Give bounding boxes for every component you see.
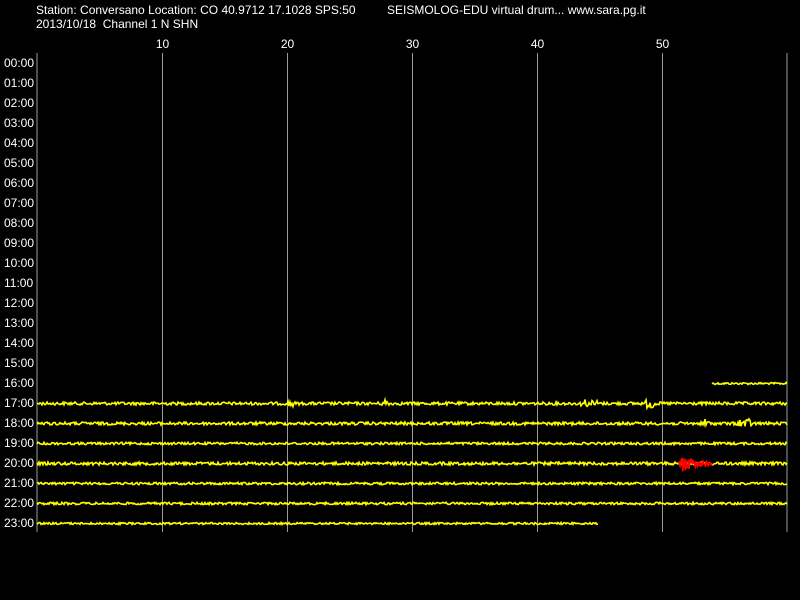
event-trace-2000 <box>677 456 713 472</box>
x-tick-label-30: 30 <box>406 37 420 51</box>
seismogram-drum: 10 20 30 40 50 00:00 01:00 02:00 03:00 04:00 05:0… <box>4 37 788 532</box>
hour-label-1900: 19:00 <box>4 436 34 450</box>
hour-label-0300: 03:00 <box>4 116 34 130</box>
hour-label-2100: 21:00 <box>4 476 34 490</box>
hour-label-0000: 00:00 <box>4 56 34 70</box>
trace-2200 <box>36 500 788 507</box>
hour-label-1600: 16:00 <box>4 376 34 390</box>
hour-label-0100: 01:00 <box>4 76 34 90</box>
x-tick-labels: 10 20 30 40 50 <box>156 37 670 51</box>
x-tick-label-20: 20 <box>281 37 295 51</box>
hour-label-1400: 14:00 <box>4 336 34 350</box>
grid-layer <box>36 53 788 532</box>
hour-label-1500: 15:00 <box>4 356 34 370</box>
hour-label-0800: 08:00 <box>4 216 34 230</box>
hour-label-0400: 04:00 <box>4 136 34 150</box>
x-tick-label-50: 50 <box>656 37 670 51</box>
hour-label-0700: 07:00 <box>4 196 34 210</box>
x-tick-label-10: 10 <box>156 37 170 51</box>
x-tick-label-40: 40 <box>531 37 545 51</box>
hour-labels: 00:00 01:00 02:00 03:00 04:00 05:00 06:00 07:00… <box>4 56 34 530</box>
hour-label-1200: 12:00 <box>4 296 34 310</box>
hour-label-0200: 02:00 <box>4 96 34 110</box>
hour-label-1700: 17:00 <box>4 396 34 410</box>
hour-label-2200: 22:00 <box>4 496 34 510</box>
hour-label-2000: 20:00 <box>4 456 34 470</box>
hour-label-2300: 23:00 <box>4 516 34 530</box>
hour-label-1100: 11:00 <box>4 276 33 290</box>
hour-label-1300: 13:00 <box>4 316 34 330</box>
hour-label-0500: 05:00 <box>4 156 34 170</box>
trace-2300 <box>36 520 598 527</box>
hour-label-1000: 10:00 <box>4 256 34 270</box>
hour-label-1800: 18:00 <box>4 416 34 430</box>
hour-label-0600: 06:00 <box>4 176 34 190</box>
trace-1600 <box>711 381 788 386</box>
hour-label-0900: 09:00 <box>4 236 34 250</box>
